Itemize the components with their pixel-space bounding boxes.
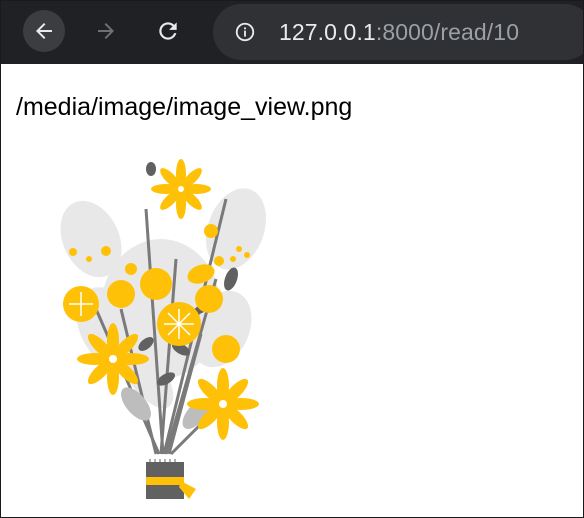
url-path: :8000/read/10 bbox=[375, 19, 520, 45]
back-button[interactable] bbox=[23, 10, 65, 52]
address-bar[interactable]: 127.0.0.1:8000/read/10 bbox=[213, 4, 583, 60]
forward-button[interactable] bbox=[85, 10, 127, 52]
bouquet-image bbox=[60, 159, 266, 499]
image-path-text: /media/image/image_view.png bbox=[16, 93, 353, 121]
info-circle-icon[interactable] bbox=[233, 20, 257, 44]
reload-icon bbox=[159, 22, 177, 40]
arrow-right-icon bbox=[98, 23, 114, 39]
browser-toolbar: 127.0.0.1:8000/read/10 bbox=[1, 1, 583, 64]
url-text[interactable]: 127.0.0.1:8000/read/10 bbox=[279, 18, 519, 46]
browser-window: 127.0.0.1:8000/read/10 /media/image/imag… bbox=[0, 0, 584, 518]
page-content: /media/image/image_view.png bbox=[1, 64, 583, 517]
arrow-left-icon bbox=[36, 23, 52, 39]
reload-button[interactable] bbox=[147, 10, 189, 52]
url-host: 127.0.0.1 bbox=[279, 19, 376, 45]
